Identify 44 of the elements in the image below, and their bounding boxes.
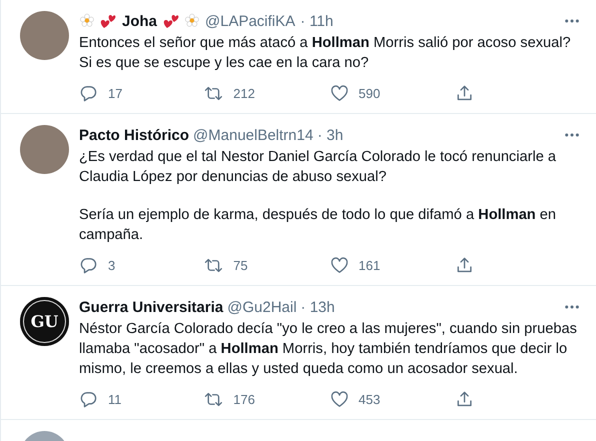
share-icon[interactable] [454, 84, 474, 103]
retweet-count: 75 [233, 258, 248, 273]
share-icon[interactable] [454, 390, 474, 409]
retweet-count: 212 [233, 86, 255, 101]
retweet-icon[interactable] [204, 390, 224, 409]
more-options-icon[interactable] [564, 304, 580, 310]
heart-icon[interactable] [330, 256, 348, 275]
display-name[interactable]: Pacto Histórico [79, 126, 190, 144]
reply-icon[interactable] [79, 390, 98, 409]
user-handle[interactable]: @Gu2Hail [227, 298, 297, 316]
retweet-icon[interactable] [204, 84, 224, 103]
hearts-icon [100, 13, 116, 29]
retweet-icon[interactable] [204, 256, 224, 275]
flower-icon [79, 13, 95, 29]
reply-icon[interactable] [79, 256, 98, 275]
reply-count: 17 [108, 86, 122, 101]
avatar-photo-placeholder[interactable] [20, 11, 69, 60]
heart-icon[interactable] [330, 390, 348, 409]
like-count: 590 [358, 86, 380, 101]
heart-icon[interactable] [330, 84, 348, 103]
hearts-icon [163, 13, 180, 29]
more-options-icon[interactable] [564, 132, 580, 138]
flower-icon [184, 13, 200, 29]
timestamp[interactable]: · 11h [300, 12, 334, 30]
tweet-text: Néstor García Colorado decía "yo le creo a las mujeres", cuando sin pruebas llamaba "acosador" a Hollman Morris, hoy también tendríamos que decir lo mismo, le creemos a ellas y usted queda como un acosador sexual. [79, 320, 578, 379]
user-handle[interactable]: @LAPacifiKA [205, 12, 296, 30]
reply-count: 3 [108, 258, 116, 273]
tweet-text: Entonces el señor que más atacó a Hollman Morris salió por acoso sexual? Si es que se escupe y les cae en la cara no? [79, 34, 572, 73]
share-icon[interactable] [454, 256, 474, 275]
display-name[interactable]: Joha [121, 12, 158, 30]
reply-count: 11 [108, 392, 122, 407]
like-count: 161 [358, 258, 380, 273]
retweet-count: 176 [233, 392, 255, 407]
display-name[interactable]: Guerra Universitaria [79, 298, 224, 316]
reply-icon[interactable] [79, 84, 98, 103]
logo-avatar[interactable]: GU [20, 297, 69, 346]
tweet-text: Sería un ejemplo de karma, después de todo lo que difamó a Hollman en campaña. [79, 206, 558, 245]
timestamp[interactable]: · 13h [300, 298, 335, 316]
avatar-photo-placeholder[interactable] [20, 125, 69, 174]
user-handle[interactable]: @ManuelBeltrn14 [193, 126, 314, 144]
like-count: 453 [358, 392, 380, 407]
more-options-icon[interactable] [564, 18, 580, 24]
tweet-text: ¿Es verdad que el tal Nestor Daniel García Colorado le tocó renunciarle a Claudia López por denuncias de abuso sexual? [79, 148, 557, 187]
timestamp[interactable]: · 3h [317, 126, 344, 144]
